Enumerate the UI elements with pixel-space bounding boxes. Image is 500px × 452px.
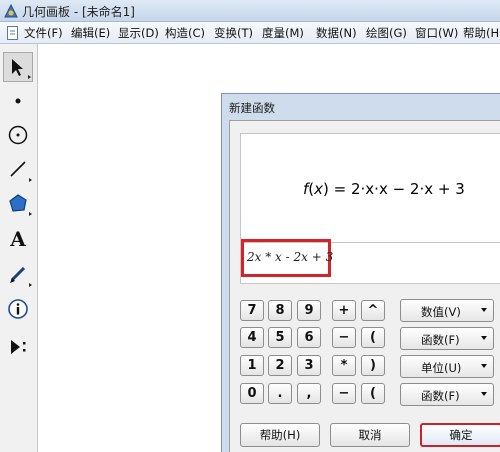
- toolbox: A: [0, 44, 38, 452]
- key-4[interactable]: 4: [240, 327, 264, 348]
- key-1[interactable]: 1: [240, 355, 264, 376]
- window-title: 几何画板 - [未命名1]: [22, 5, 135, 19]
- menu-measure[interactable]: 度量(M): [262, 25, 304, 41]
- menu-graph[interactable]: 绘图(G): [366, 25, 407, 41]
- menu-help[interactable]: 帮助(H): [463, 25, 500, 41]
- key-9[interactable]: 9: [297, 300, 321, 321]
- menu-file[interactable]: 文件(F): [24, 25, 63, 41]
- key-2[interactable]: 2: [268, 355, 292, 376]
- key-open-paren-alt[interactable]: (: [361, 383, 385, 404]
- cancel-button[interactable]: 取消: [330, 423, 410, 447]
- function-dropdown-label-2: 函数(F): [421, 389, 460, 403]
- menu-bar: 文件(F) 编辑(E) 显示(D) 构造(C) 变换(T) 度量(M) 数据(N…: [0, 22, 500, 44]
- point-tool[interactable]: [3, 86, 33, 116]
- help-button[interactable]: 帮助(H): [240, 423, 320, 447]
- formula-preview: f(x) = 2·x·x − 2·x + 3: [240, 133, 500, 243]
- chevron-down-icon: [481, 308, 487, 312]
- chevron-down-icon: [481, 392, 487, 396]
- key-6[interactable]: 6: [297, 327, 321, 348]
- sketchpad-logo-icon: [4, 3, 18, 18]
- key-comma[interactable]: ,: [297, 383, 321, 404]
- tool-submenu-marker: [29, 178, 32, 182]
- formula-expression: f(x) = 2·x·x − 2·x + 3: [303, 180, 465, 198]
- polygon-icon: [9, 194, 27, 212]
- info-tool[interactable]: [3, 294, 33, 324]
- title-bar: 几何画板 - [未命名1]: [0, 0, 500, 22]
- marker-tool[interactable]: [3, 259, 33, 289]
- tool-submenu-marker: [29, 283, 32, 287]
- menu-display[interactable]: 显示(D): [118, 25, 159, 41]
- chevron-down-icon: [481, 364, 487, 368]
- arrow-pointer-icon: [12, 59, 23, 76]
- key-divide[interactable]: −: [332, 383, 356, 404]
- custom-tool[interactable]: [3, 332, 33, 362]
- app-window: 几何画板 - [未命名1] 文件(F) 编辑(E) 显示(D) 构造(C) 变换…: [0, 0, 500, 452]
- play-custom-tool-icon: [11, 340, 26, 354]
- key-decimal[interactable]: .: [268, 383, 292, 404]
- text-tool[interactable]: A: [3, 224, 33, 254]
- menu-edit[interactable]: 编辑(E): [71, 25, 110, 41]
- circle-icon: [8, 125, 28, 145]
- formula-right-side: = 2·x·x − 2·x + 3: [328, 180, 465, 198]
- chevron-down-icon: [481, 336, 487, 340]
- expression-input-value: 2x * x - 2x + 3: [247, 250, 334, 264]
- key-power[interactable]: ^: [361, 300, 385, 321]
- new-function-dialog: 新建函数 f(x) = 2·x·x − 2·x + 3 2x * x - 2x …: [221, 93, 500, 452]
- key-8[interactable]: 8: [268, 300, 292, 321]
- key-close-paren[interactable]: ): [361, 355, 385, 376]
- key-minus[interactable]: −: [332, 327, 356, 348]
- document-icon: [7, 26, 18, 40]
- formula-variable: x: [314, 180, 324, 198]
- value-dropdown-label: 数值(V): [421, 305, 461, 319]
- key-7[interactable]: 7: [240, 300, 264, 321]
- key-plus[interactable]: +: [332, 300, 356, 321]
- point-icon: [15, 98, 21, 104]
- pen-marker-icon: [10, 266, 26, 283]
- key-0[interactable]: 0: [240, 383, 264, 404]
- info-icon: [8, 299, 28, 319]
- unit-dropdown-label: 单位(U): [421, 361, 462, 375]
- menu-data[interactable]: 数据(N): [316, 25, 357, 41]
- menu-transform[interactable]: 变换(T): [214, 25, 253, 41]
- tool-submenu-marker: [28, 75, 31, 79]
- value-dropdown-button[interactable]: 数值(V): [400, 299, 494, 322]
- text-tool-icon: A: [10, 227, 26, 251]
- key-3[interactable]: 3: [297, 355, 321, 376]
- ok-button[interactable]: 确定: [420, 423, 500, 447]
- function-dropdown-button-2[interactable]: 函数(F): [400, 383, 494, 406]
- key-multiply[interactable]: *: [332, 355, 356, 376]
- tool-submenu-marker: [29, 212, 32, 216]
- expression-input[interactable]: 2x * x - 2x + 3: [240, 239, 500, 284]
- menu-window[interactable]: 窗口(W): [415, 25, 458, 41]
- line-segment-icon: [10, 161, 26, 177]
- function-dropdown-label: 函数(F): [421, 333, 460, 347]
- straightedge-tool[interactable]: [3, 154, 33, 184]
- menu-construct[interactable]: 构造(C): [165, 25, 205, 41]
- key-5[interactable]: 5: [268, 327, 292, 348]
- dialog-title: 新建函数: [229, 101, 275, 115]
- compass-tool[interactable]: [3, 120, 33, 150]
- polygon-tool[interactable]: [3, 188, 33, 218]
- key-open-paren[interactable]: (: [361, 327, 385, 348]
- dialog-body: f(x) = 2·x·x − 2·x + 3 2x * x - 2x + 3 7…: [229, 120, 500, 452]
- arrow-select-tool[interactable]: [3, 52, 33, 82]
- function-dropdown-button[interactable]: 函数(F): [400, 327, 494, 350]
- unit-dropdown-button[interactable]: 单位(U): [400, 355, 494, 378]
